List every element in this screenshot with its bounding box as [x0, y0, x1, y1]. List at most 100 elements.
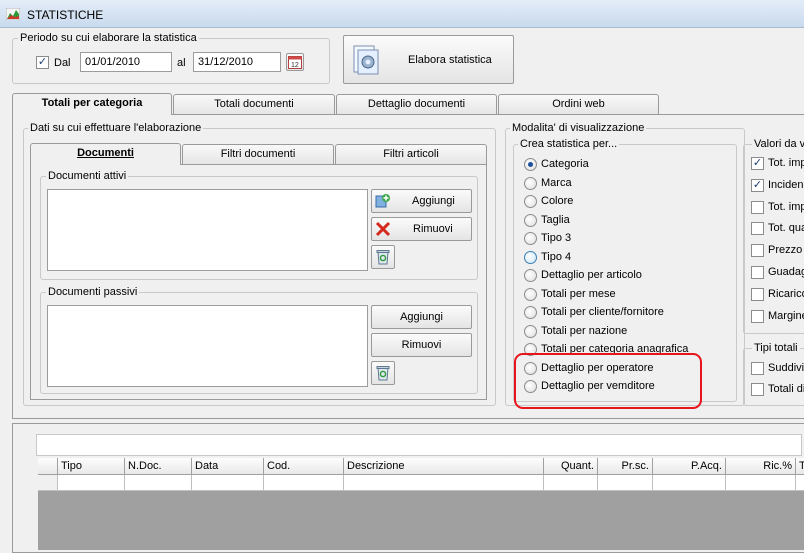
table-cell[interactable]	[264, 475, 344, 491]
column-header[interactable]: Cod.	[264, 458, 344, 475]
tab-dettaglio-documenti[interactable]: Dettaglio documenti	[336, 94, 497, 114]
value-checkbox[interactable]	[751, 222, 764, 236]
elabora-statistica-button[interactable]: Elabora statistica	[343, 35, 514, 84]
passive-remove-button[interactable]: Rimuovi	[371, 333, 472, 357]
column-header[interactable]: Pr.sc.	[598, 458, 653, 475]
from-label: Dal	[54, 57, 71, 69]
tab-label: Ordini web	[552, 98, 605, 110]
grid-group-panel	[36, 434, 802, 456]
value-checkbox[interactable]	[751, 309, 764, 323]
column-header[interactable]: Data	[192, 458, 264, 475]
value-checkbox-label: Guadag	[768, 266, 804, 278]
period-group-label: Periodo su cui elaborare la statistica	[18, 32, 199, 44]
table-cell[interactable]	[544, 475, 598, 491]
tab-totali-per-categoria[interactable]: Totali per categoria	[12, 93, 172, 115]
column-header[interactable]: T	[796, 458, 804, 475]
radio-option[interactable]	[524, 250, 537, 264]
passive-recycle-button[interactable]	[371, 361, 395, 385]
tab-totali-documenti[interactable]: Totali documenti	[173, 94, 335, 114]
tab-filtri-articoli[interactable]: Filtri articoli	[335, 144, 487, 164]
value-checkbox[interactable]	[751, 362, 764, 375]
radio-option-label: Totali per mese	[541, 287, 616, 300]
radio-option-label: Tipo 3	[541, 232, 572, 244]
tab-label: Dettaglio documenti	[367, 98, 466, 110]
value-checkbox-label: Prezzo r	[768, 244, 804, 257]
value-checkbox[interactable]	[751, 244, 764, 258]
radio-option[interactable]	[524, 287, 537, 301]
to-label: al	[177, 57, 186, 69]
value-checkbox[interactable]	[751, 383, 764, 396]
svg-text:12: 12	[291, 62, 299, 69]
table-cell[interactable]	[598, 475, 653, 491]
value-checkbox[interactable]: ✓	[751, 157, 764, 170]
radio-option[interactable]	[524, 306, 537, 319]
gear-document-icon	[353, 45, 379, 74]
active-remove-button[interactable]: Rimuovi	[371, 217, 472, 241]
value-checkbox-label: Tot. imp	[768, 200, 804, 213]
active-recycle-button[interactable]	[371, 245, 395, 269]
radio-option[interactable]	[524, 176, 537, 190]
active-add-button[interactable]: Aggiungi	[371, 189, 472, 213]
column-header[interactable]: Descrizione	[344, 458, 544, 475]
column-header[interactable]: N.Doc.	[125, 458, 192, 475]
tipi-group-label: Tipi totali	[752, 342, 800, 354]
to-date-input[interactable]: 31/12/2010	[193, 52, 281, 72]
value-checkbox[interactable]	[751, 200, 764, 214]
data-group-label: Dati su cui effettuare l'elaborazione	[28, 122, 204, 134]
calendar-icon: 12	[288, 56, 302, 69]
passive-docs-list[interactable]	[47, 305, 368, 387]
highlight-annotation	[514, 353, 702, 409]
tab-label: Totali per categoria	[41, 97, 143, 109]
column-header[interactable]: Quant.	[544, 458, 598, 475]
tab-ordini-web[interactable]: Ordini web	[498, 94, 659, 114]
tab-label: Documenti	[77, 147, 134, 159]
radio-option[interactable]	[524, 269, 537, 282]
radio-option-label: Dettaglio per articolo	[541, 269, 642, 281]
grid-corner	[38, 458, 58, 475]
column-header[interactable]: P.Acq.	[653, 458, 726, 475]
radio-option[interactable]	[524, 232, 537, 245]
table-cell[interactable]	[796, 475, 804, 491]
value-checkbox[interactable]	[751, 266, 764, 279]
table-cell[interactable]	[58, 475, 125, 491]
grid-indicator-cell	[38, 475, 58, 491]
radio-option[interactable]	[524, 213, 537, 227]
value-checkbox[interactable]	[751, 287, 764, 301]
radio-option[interactable]	[524, 324, 537, 338]
table-cell[interactable]	[726, 475, 796, 491]
table-cell[interactable]	[125, 475, 192, 491]
values-group	[743, 144, 804, 334]
value-checkbox-label: Tot. imp	[768, 157, 804, 169]
table-cell[interactable]	[653, 475, 726, 491]
tab-label: Filtri documenti	[220, 148, 296, 160]
radio-option[interactable]	[524, 195, 537, 208]
table-cell[interactable]	[192, 475, 264, 491]
active-docs-list[interactable]	[47, 189, 368, 271]
from-date-input[interactable]: 01/01/2010	[80, 52, 172, 72]
radio-option-label: Taglia	[541, 213, 570, 226]
column-header[interactable]: Ric.%	[726, 458, 796, 475]
radio-option-label: Colore	[541, 195, 574, 207]
radio-option-label: Categoria	[541, 158, 589, 170]
calendar-button[interactable]: 12	[286, 53, 304, 71]
tab-filtri-documenti[interactable]: Filtri documenti	[182, 144, 334, 164]
value-checkbox-label: Margine	[768, 309, 804, 322]
radio-option[interactable]	[524, 158, 537, 171]
table-cell[interactable]	[344, 475, 544, 491]
recycle-bin-icon	[376, 250, 390, 265]
passive-add-button[interactable]: Aggiungi	[371, 305, 472, 329]
add-label: Aggiungi	[412, 195, 455, 207]
viz-group-label: Modalita' di visualizzazione	[510, 122, 647, 134]
radio-option-label: Tipo 4	[541, 250, 572, 263]
column-header[interactable]: Tipo	[58, 458, 125, 475]
value-checkbox[interactable]: ✓	[751, 178, 764, 192]
tab-label: Totali documenti	[214, 98, 294, 110]
active-docs-label: Documenti attivi	[46, 170, 129, 182]
app-icon	[6, 8, 20, 20]
value-checkbox-label: Incidenz	[768, 178, 804, 191]
remove-x-icon	[375, 221, 391, 237]
values-group-label: Valori da v	[752, 138, 804, 150]
from-date-checkbox[interactable]: ✓	[36, 56, 49, 69]
tab-documenti[interactable]: Documenti	[30, 143, 181, 165]
remove-label: Rimuovi	[413, 223, 453, 235]
